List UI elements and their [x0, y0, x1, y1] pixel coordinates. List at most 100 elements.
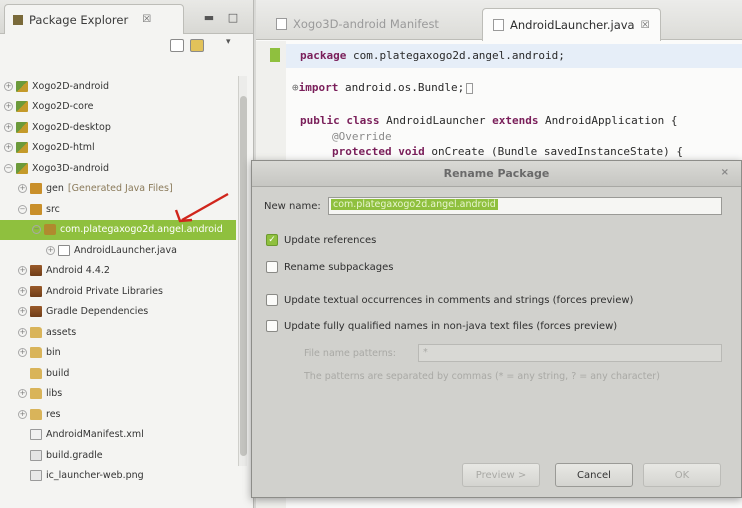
- file-patterns-input[interactable]: *: [418, 344, 722, 362]
- close-icon[interactable]: ☒: [142, 14, 151, 25]
- tree-item[interactable]: + bin: [0, 343, 236, 364]
- tab-android-launcher[interactable]: AndroidLauncher.java ☒: [482, 8, 661, 41]
- rename-subpackages-option[interactable]: Rename subpackages: [266, 261, 394, 273]
- folder-icon: [30, 408, 42, 420]
- tree-item-label: bin: [46, 347, 61, 359]
- tree-item[interactable]: + gen [Generated Java Files]: [0, 179, 236, 200]
- minimize-icon[interactable]: ▬: [202, 10, 216, 24]
- explorer-scrollbar[interactable]: [238, 76, 247, 466]
- expand-icon[interactable]: +: [4, 102, 13, 112]
- tree-item[interactable]: + libs: [0, 384, 236, 405]
- project-icon: [16, 121, 28, 133]
- expand-icon: [18, 430, 27, 439]
- preview-button[interactable]: Preview >: [462, 463, 540, 487]
- tree-item[interactable]: + Xogo2D-html: [0, 138, 236, 159]
- explorer-tab-bar: Package Explorer ☒ ▬ □: [0, 0, 253, 34]
- collapse-icon[interactable]: −: [4, 163, 13, 173]
- expand-icon[interactable]: +: [18, 389, 27, 399]
- expand-icon[interactable]: +: [4, 81, 13, 91]
- collapse-icon[interactable]: −: [32, 225, 41, 235]
- tree-item[interactable]: + AndroidLauncher.java: [0, 240, 236, 261]
- option-label: Update fully qualified names in non-java…: [284, 320, 618, 332]
- expand-icon[interactable]: +: [18, 409, 27, 419]
- tree-item-label: Android Private Libraries: [46, 285, 163, 297]
- tree-item-label: com.plategaxogo2d.angel.android: [60, 224, 223, 236]
- checkbox-checked-icon[interactable]: ✓: [266, 234, 278, 246]
- code-line-annotation[interactable]: @Override: [332, 130, 392, 143]
- tree-item[interactable]: build: [0, 363, 236, 384]
- file-patterns-row: File name patterns: *: [304, 344, 722, 362]
- project-icon: [16, 162, 28, 174]
- update-references-option[interactable]: ✓ Update references: [266, 234, 376, 246]
- expand-icon[interactable]: +: [4, 143, 13, 153]
- tree-item[interactable]: − src: [0, 199, 236, 220]
- scrollbar-thumb[interactable]: [240, 96, 247, 456]
- expand-icon[interactable]: +: [18, 327, 27, 337]
- expand-icon: [18, 369, 27, 378]
- tree-item[interactable]: + Xogo2D-desktop: [0, 117, 236, 138]
- tree-item[interactable]: + Android 4.4.2: [0, 261, 236, 282]
- collapse-all-icon[interactable]: [170, 39, 184, 52]
- tree-item[interactable]: + Xogo2D-android: [0, 76, 236, 97]
- link-with-editor-icon[interactable]: [190, 39, 204, 52]
- expand-icon[interactable]: +: [18, 266, 27, 276]
- editor-tab-bar: Xogo3D-android Manifest AndroidLauncher.…: [256, 0, 742, 41]
- tab-label: Xogo3D-android Manifest: [293, 17, 439, 31]
- maximize-icon[interactable]: □: [226, 10, 240, 24]
- package-icon: [44, 224, 56, 236]
- dialog-title-bar[interactable]: Rename Package ×: [252, 161, 741, 187]
- cancel-button[interactable]: Cancel: [555, 463, 633, 487]
- tree-item-label: Xogo3D-android: [32, 162, 110, 174]
- tree-item-label: build.gradle: [46, 449, 103, 461]
- update-qualified-names-option[interactable]: Update fully qualified names in non-java…: [266, 320, 617, 332]
- option-label: Update textual occurrences in comments a…: [284, 294, 634, 306]
- folder-icon: [30, 388, 42, 400]
- option-label: Rename subpackages: [284, 261, 394, 273]
- close-icon[interactable]: ×: [721, 167, 729, 178]
- tree-item[interactable]: ic_launcher-web.png: [0, 466, 236, 487]
- tab-manifest[interactable]: Xogo3D-android Manifest: [266, 8, 449, 40]
- tree-item-label: Gradle Dependencies: [46, 306, 149, 318]
- tree-item[interactable]: + Android Private Libraries: [0, 281, 236, 302]
- new-name-row: New name: com.plategaxogo2d.angel.androi…: [264, 197, 722, 215]
- tree-item[interactable]: AndroidManifest.xml: [0, 425, 236, 446]
- tree-item-label: build: [46, 367, 70, 379]
- expand-icon[interactable]: +: [46, 245, 55, 255]
- checkbox-icon[interactable]: [266, 261, 278, 273]
- checkbox-icon[interactable]: [266, 320, 278, 332]
- expand-icon[interactable]: +: [18, 286, 27, 296]
- tab-package-explorer[interactable]: Package Explorer ☒: [4, 4, 184, 34]
- tree-item[interactable]: + res: [0, 404, 236, 425]
- ok-button[interactable]: OK: [643, 463, 721, 487]
- tree-item-label: assets: [46, 326, 77, 338]
- checkbox-icon[interactable]: [266, 294, 278, 306]
- folder-icon: [30, 326, 42, 338]
- tree-item[interactable]: build.gradle: [0, 445, 236, 466]
- tree-item-label: src: [46, 203, 60, 215]
- patterns-hint: The patterns are separated by commas (* …: [304, 371, 660, 382]
- expand-icon[interactable]: +: [4, 122, 13, 132]
- expand-icon: [18, 471, 27, 480]
- code-line-import[interactable]: ⊕import android.os.Bundle;: [292, 81, 474, 94]
- code-line-class[interactable]: public class AndroidLauncher extends And…: [300, 114, 678, 127]
- tree-item[interactable]: − com.plategaxogo2d.angel.android: [0, 219, 236, 240]
- tree-item[interactable]: + assets: [0, 322, 236, 343]
- expand-icon[interactable]: +: [18, 307, 27, 317]
- tree-item[interactable]: + Gradle Dependencies: [0, 302, 236, 323]
- tab-label: AndroidLauncher.java: [510, 18, 635, 32]
- tree-item[interactable]: − Xogo3D-android: [0, 158, 236, 179]
- xml-file-icon: [30, 429, 42, 441]
- code-line-package[interactable]: package com.plategaxogo2d.angel.android;: [300, 49, 565, 62]
- file-patterns-label: File name patterns:: [304, 347, 396, 359]
- collapse-icon[interactable]: −: [18, 204, 27, 214]
- java-file-icon: [493, 19, 504, 31]
- tree-item[interactable]: + Xogo2D-core: [0, 97, 236, 118]
- expand-icon[interactable]: +: [18, 348, 27, 358]
- update-textual-occurrences-option[interactable]: Update textual occurrences in comments a…: [266, 294, 633, 306]
- new-name-input[interactable]: com.plategaxogo2d.angel.android: [328, 197, 722, 215]
- code-line-method[interactable]: protected void onCreate (Bundle savedIns…: [332, 145, 683, 158]
- view-menu-icon[interactable]: ▾: [226, 37, 231, 47]
- expand-icon[interactable]: +: [18, 184, 27, 194]
- close-icon[interactable]: ☒: [641, 20, 650, 31]
- project-tree: + Xogo2D-android + Xogo2D-core + Xogo2D-deskt…: [0, 76, 236, 486]
